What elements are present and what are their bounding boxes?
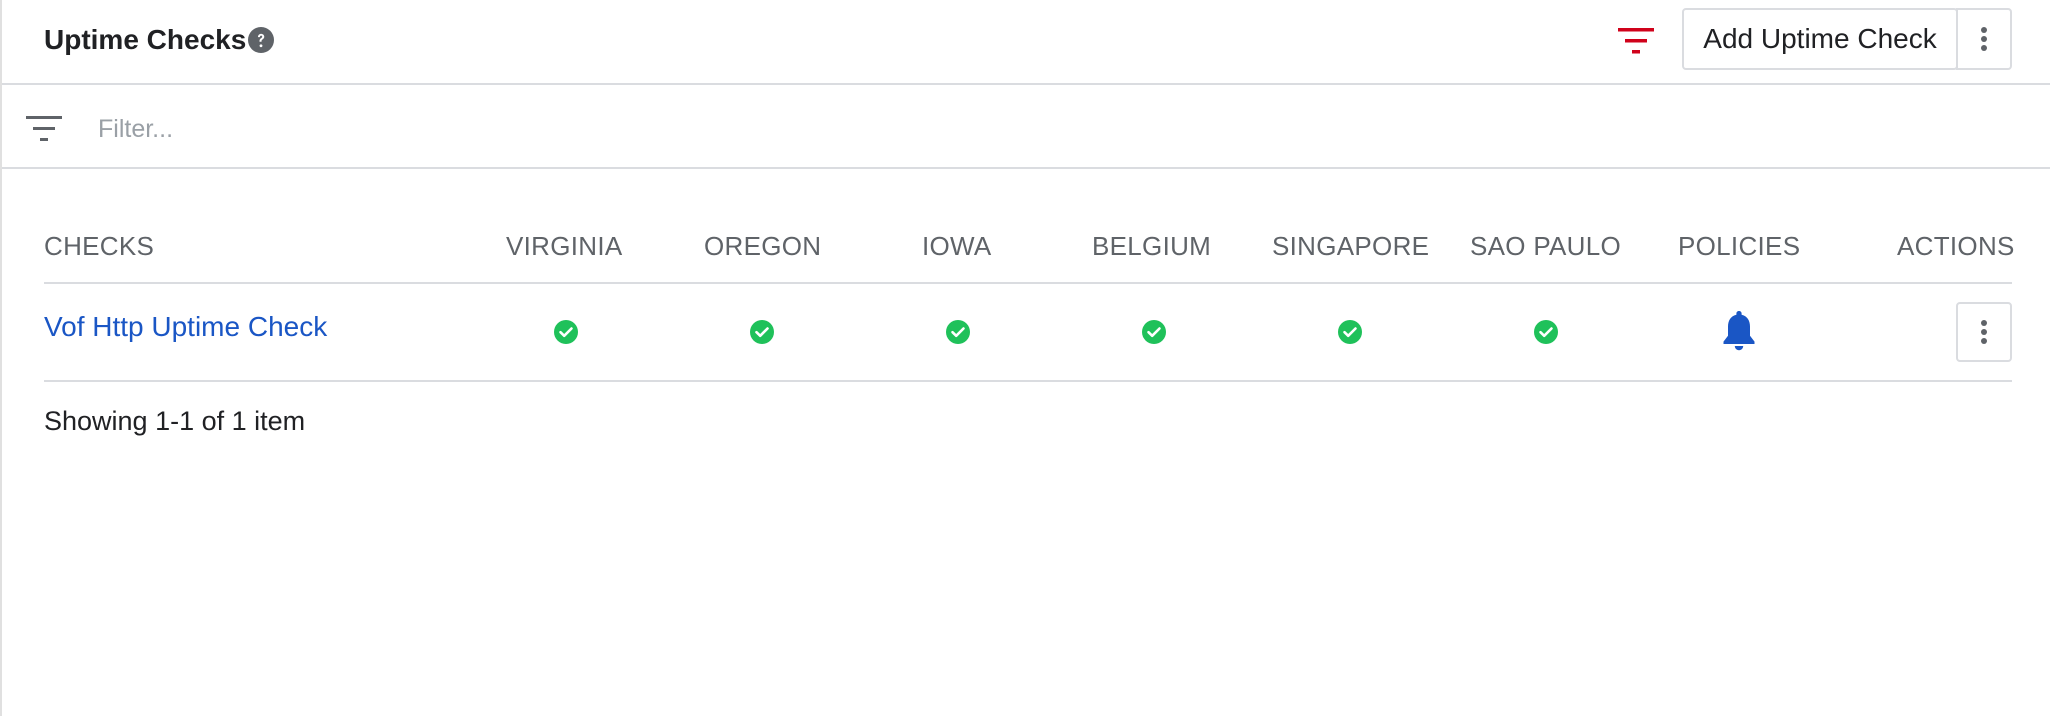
page-title: Uptime Checks [44, 24, 247, 55]
column-header-oregon: OREGON [704, 231, 822, 261]
bell-icon[interactable] [1719, 308, 1759, 352]
check-name-link[interactable]: Vof Http Uptime Check [44, 310, 327, 344]
check-circle-icon [554, 320, 578, 344]
column-header-policies: POLICIES [1678, 231, 1801, 261]
table-header: CHECKS VIRGINIA OREGON IOWA BELGIUM SING… [44, 220, 2015, 284]
help-circle-icon[interactable] [248, 27, 274, 53]
row-actions-button[interactable] [1956, 302, 2012, 362]
column-header-sao-paulo: SAO PAULO [1470, 231, 1622, 261]
check-circle-icon [1142, 320, 1166, 344]
check-circle-icon [1338, 320, 1362, 344]
table-row: Vof Http Uptime Check [44, 284, 2012, 382]
pagination-summary: Showing 1-1 of 1 item [44, 406, 306, 436]
column-header-virginia: VIRGINIA [506, 231, 623, 261]
more-vert-icon [1981, 27, 1987, 51]
column-header-actions: ACTIONS [1897, 231, 2015, 261]
more-vert-icon [1981, 320, 1987, 344]
column-header-singapore: SINGAPORE [1272, 231, 1430, 261]
uptime-checks-table: CHECKS VIRGINIA OREGON IOWA BELGIUM SING… [44, 220, 2015, 382]
add-uptime-check-label: Add Uptime Check [1703, 23, 1937, 54]
column-header-iowa: IOWA [922, 231, 992, 261]
add-uptime-check-button[interactable]: Add Uptime Check [1682, 8, 1958, 70]
header-more-button[interactable] [1956, 8, 2012, 70]
column-header-belgium: BELGIUM [1092, 231, 1212, 261]
check-circle-icon [946, 320, 970, 344]
page-header: Uptime Checks Add Uptime Check [2, 0, 2050, 85]
check-circle-icon [1534, 320, 1558, 344]
column-header-checks: CHECKS [44, 231, 155, 261]
uptime-checks-panel: Uptime Checks Add Uptime Check CHECKS [0, 0, 2050, 716]
filter-list-icon [26, 116, 62, 141]
filter-icon[interactable] [1616, 24, 1656, 58]
filter-input[interactable] [98, 107, 898, 151]
check-circle-icon [750, 320, 774, 344]
filter-bar [2, 87, 2050, 169]
